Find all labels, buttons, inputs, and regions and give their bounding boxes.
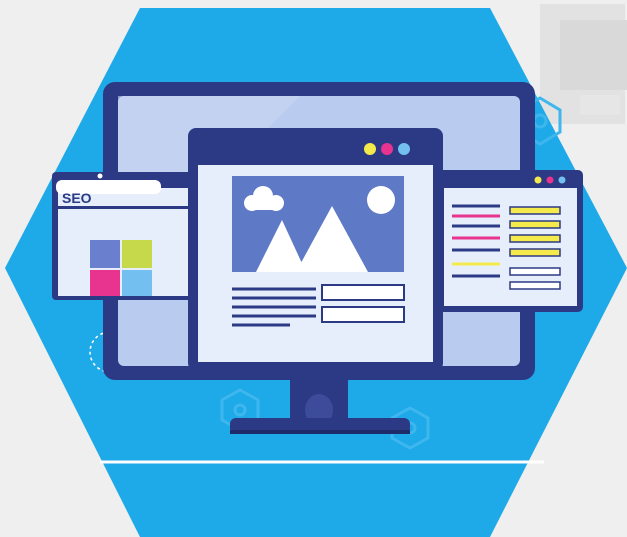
image-icon <box>232 176 404 272</box>
main-window <box>188 128 443 371</box>
sun-icon <box>367 186 395 214</box>
seo-label: SEO <box>62 190 92 206</box>
seo-illustration <box>5 4 627 537</box>
window-dot-yellow <box>364 143 376 155</box>
window-dot-blue <box>398 143 410 155</box>
list-window <box>438 170 583 312</box>
window-dot-pink <box>381 143 393 155</box>
